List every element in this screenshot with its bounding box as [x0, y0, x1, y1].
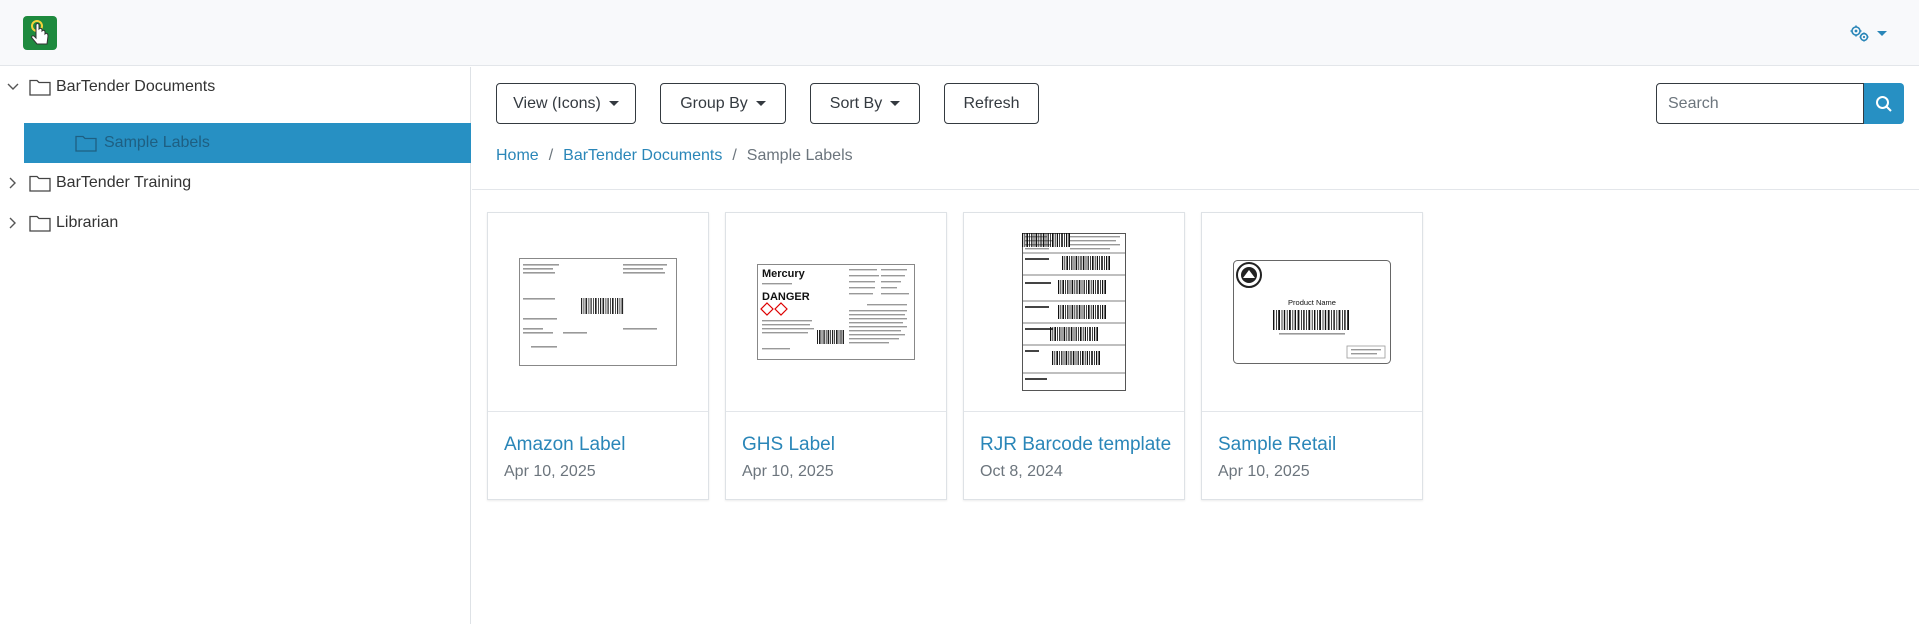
label-thumbnail [488, 213, 708, 412]
gears-icon [1850, 25, 1869, 42]
tree-item-label: Librarian [56, 214, 119, 231]
button-label: Group By [680, 94, 748, 112]
document-card-sample-retail[interactable]: Product Name Sample Retail Apr 10, 2025 [1201, 212, 1423, 500]
label-thumbnail [964, 213, 1184, 412]
card-title[interactable]: Amazon Label [504, 434, 625, 456]
divider [472, 189, 1919, 190]
tree-item-sample-labels[interactable]: Sample Labels [24, 123, 471, 163]
chevron-right-icon[interactable] [6, 216, 20, 230]
caret-down-icon [890, 101, 901, 106]
logo-seal-icon [1236, 262, 1262, 288]
search-button[interactable] [1864, 83, 1904, 124]
touch-hand-icon[interactable] [23, 16, 57, 50]
breadcrumb-home-link[interactable]: Home [496, 147, 539, 165]
button-label: View (Icons) [513, 94, 601, 112]
document-card-rjr-barcode-template[interactable]: RJR Barcode template Oct 8, 2024 [963, 212, 1185, 500]
folder-icon [29, 79, 51, 96]
tree-item-label: BarTender Training [56, 174, 192, 191]
top-bar [0, 0, 1919, 66]
card-title[interactable]: Sample Retail [1218, 434, 1336, 456]
card-date: Oct 8, 2024 [980, 463, 1063, 480]
search-input[interactable] [1656, 83, 1864, 124]
card-date: Apr 10, 2025 [1218, 463, 1310, 480]
caret-down-icon [755, 101, 766, 106]
folder-tree: BarTender Documents Sample Labels BarTen… [0, 67, 471, 624]
refresh-button[interactable]: Refresh [944, 83, 1039, 124]
button-label: Sort By [829, 94, 883, 112]
label-thumbnail: Product Name [1202, 213, 1422, 412]
main-content: View (Icons) Group By Sort By Refresh Ho… [472, 67, 1919, 624]
tree-item-bartender-documents[interactable]: BarTender Documents [0, 67, 471, 107]
settings-dropdown[interactable] [1849, 22, 1893, 44]
document-card-ghs-label[interactable]: Mercury DANGER GHS Label Apr 10, 2025 [725, 212, 947, 500]
group-by-dropdown-button[interactable]: Group By [660, 83, 786, 124]
breadcrumb: Home / BarTender Documents / Sample Labe… [496, 147, 853, 165]
card-title[interactable]: GHS Label [742, 434, 835, 456]
tree-item-bartender-training[interactable]: BarTender Training [0, 163, 471, 203]
card-date: Apr 10, 2025 [504, 463, 596, 480]
search-icon [1876, 95, 1892, 112]
sort-by-dropdown-button[interactable]: Sort By [810, 83, 920, 124]
folder-icon [29, 215, 51, 232]
view-dropdown-button[interactable]: View (Icons) [496, 83, 636, 124]
document-card-amazon-label[interactable]: Amazon Label Apr 10, 2025 [487, 212, 709, 500]
folder-icon [75, 135, 97, 152]
breadcrumb-separator: / [548, 147, 554, 164]
folder-icon [29, 175, 51, 192]
card-date: Apr 10, 2025 [742, 463, 834, 480]
tree-item-librarian[interactable]: Librarian [0, 203, 471, 243]
tree-item-label: BarTender Documents [56, 78, 216, 95]
thumbnail-heading: Product Name [1288, 298, 1336, 307]
button-label: Refresh [963, 94, 1020, 112]
label-thumbnail: Mercury DANGER [726, 213, 946, 412]
thumbnail-warning: DANGER [762, 291, 810, 303]
chevron-down-icon [1877, 30, 1887, 36]
breadcrumb-current: Sample Labels [746, 147, 853, 164]
card-title[interactable]: RJR Barcode template [980, 434, 1171, 456]
breadcrumb-separator: / [732, 147, 737, 164]
caret-down-icon [608, 101, 619, 106]
breadcrumb-parent-link[interactable]: BarTender Documents [563, 147, 722, 165]
chevron-right-icon[interactable] [6, 176, 20, 190]
chevron-down-icon[interactable] [6, 80, 20, 94]
tree-item-label: Sample Labels [104, 134, 210, 151]
thumbnail-heading: Mercury [762, 268, 806, 280]
